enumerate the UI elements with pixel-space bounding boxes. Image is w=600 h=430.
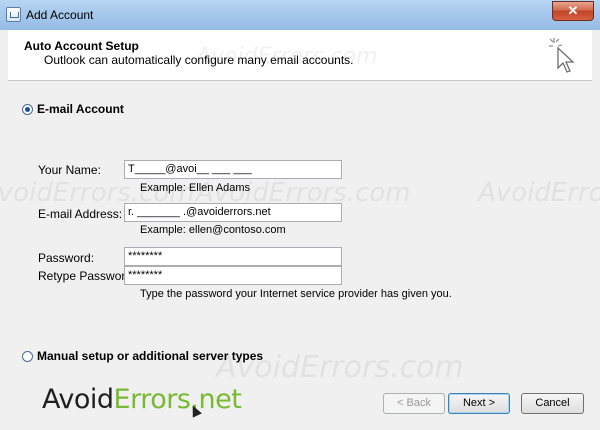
add-account-window: Add Account ✕ Auto Account Setup Outlook… [0,0,600,430]
password-hint-text: Type the password your Internet service … [140,288,452,300]
page-title: Auto Account Setup [24,39,139,53]
outlook-window-icon [6,7,21,22]
retype-password-label: Retype Password: [38,269,136,283]
email-account-radio[interactable] [22,104,33,115]
your-name-label: Your Name: [38,163,101,177]
cursor-sparkle-icon [549,38,575,73]
password-field[interactable]: ******** [124,247,342,266]
logo-text-errors: Errors.net [113,384,242,415]
title-bar[interactable]: Add Account ✕ [0,0,600,30]
password-label: Password: [38,251,95,265]
manual-setup-label[interactable]: Manual setup or additional server types [37,349,263,363]
avoiderrors-logo: AvoidErrors.net [42,384,242,415]
email-account-label[interactable]: E-mail Account [37,102,124,116]
name-example-text: Example: Ellen Adams [140,182,251,194]
your-name-field[interactable]: T_____@avoi__ ___ ___ [124,160,342,179]
cancel-button[interactable]: Cancel [521,393,584,414]
email-example-text: Example: ellen@contoso.com [140,224,286,236]
logo-text-avoid: Avoid [42,384,114,415]
back-button[interactable]: < Back [383,393,445,414]
next-button[interactable]: Next > [448,393,510,414]
email-address-label: E-mail Address: [38,207,123,221]
wizard-header: Auto Account Setup Outlook can automatic… [8,30,592,81]
page-subtitle: Outlook can automatically configure many… [44,53,354,67]
window-title: Add Account [26,8,94,22]
retype-password-field[interactable]: ******** [124,266,342,285]
manual-setup-radio[interactable] [22,351,33,362]
close-button[interactable]: ✕ [552,1,594,21]
wizard-body: E-mail Account Your Name: T_____@avoi__ … [8,81,592,421]
email-address-field[interactable]: r. _______ .@avoiderrors.net [124,203,342,222]
